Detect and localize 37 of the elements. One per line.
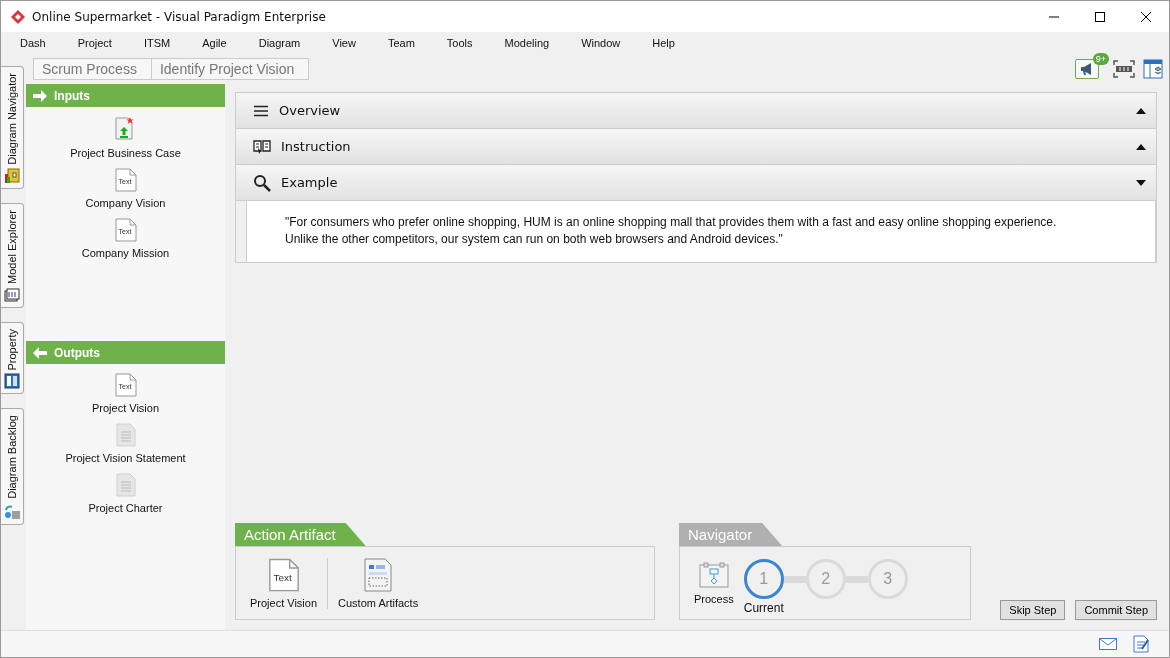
section-header[interactable]: Overview <box>236 93 1156 129</box>
menu-item[interactable]: Agile <box>190 37 238 49</box>
window-title: Online Supermarket - Visual Paradigm Enterprise <box>32 9 326 24</box>
panel-title: Outputs <box>54 345 100 360</box>
breadcrumb-item[interactable]: Identify Project Vision <box>150 58 310 80</box>
menu-item[interactable]: Tools <box>434 37 484 49</box>
artifact-label[interactable]: Project Vision <box>91 402 160 414</box>
menu-item[interactable]: Project <box>65 37 123 49</box>
menu-item[interactable]: Team <box>375 37 426 49</box>
artifact-label[interactable]: Project Vision Statement <box>65 452 186 464</box>
process-label[interactable]: Process <box>694 592 734 605</box>
example-text: "For consumers who prefer online shopping, HUM is an online shopping mall that provides them with a fast and easy online shopping experience. Unlike the other competitors, our system can run on both web browsers and Android devices." <box>246 201 1156 263</box>
side-tab[interactable]: Diagram Navigator <box>1 66 24 189</box>
section-header[interactable]: Example <box>236 165 1156 201</box>
artifact-label[interactable]: Project Charter <box>88 502 163 514</box>
side-tab[interactable]: Property <box>1 321 24 395</box>
menu-item[interactable]: Dash <box>8 37 57 49</box>
artifact-label[interactable]: Company Mission <box>81 247 170 259</box>
artifact-label[interactable]: Custom Artifacts <box>338 596 419 609</box>
menu-item[interactable]: View <box>320 37 367 49</box>
menu-item[interactable]: Modeling <box>492 37 561 49</box>
menu-item[interactable]: Diagram <box>246 37 312 49</box>
step-button[interactable]: Skip Step <box>1000 600 1066 620</box>
current-step-label: Current <box>743 601 784 615</box>
menu-item[interactable]: ITSM <box>131 37 182 49</box>
artifact-label[interactable]: Project Business Case <box>70 147 181 159</box>
menu-item[interactable]: Window <box>569 37 632 49</box>
artifact-label[interactable]: Company Vision <box>85 197 166 209</box>
panel-title: Inputs <box>54 88 90 103</box>
text-document-icon: Text <box>267 557 300 592</box>
side-tab[interactable]: Model Explorer <box>1 202 24 308</box>
artifact-label[interactable]: Project Vision <box>250 596 318 609</box>
side-tab[interactable]: Diagram Backlog <box>1 408 24 526</box>
menu-item[interactable]: Help <box>640 37 686 49</box>
section-header[interactable]: Instruction <box>236 129 1156 165</box>
step-button[interactable]: Commit Step <box>1075 600 1157 620</box>
breadcrumb-item[interactable]: Scrum Process <box>33 58 152 80</box>
